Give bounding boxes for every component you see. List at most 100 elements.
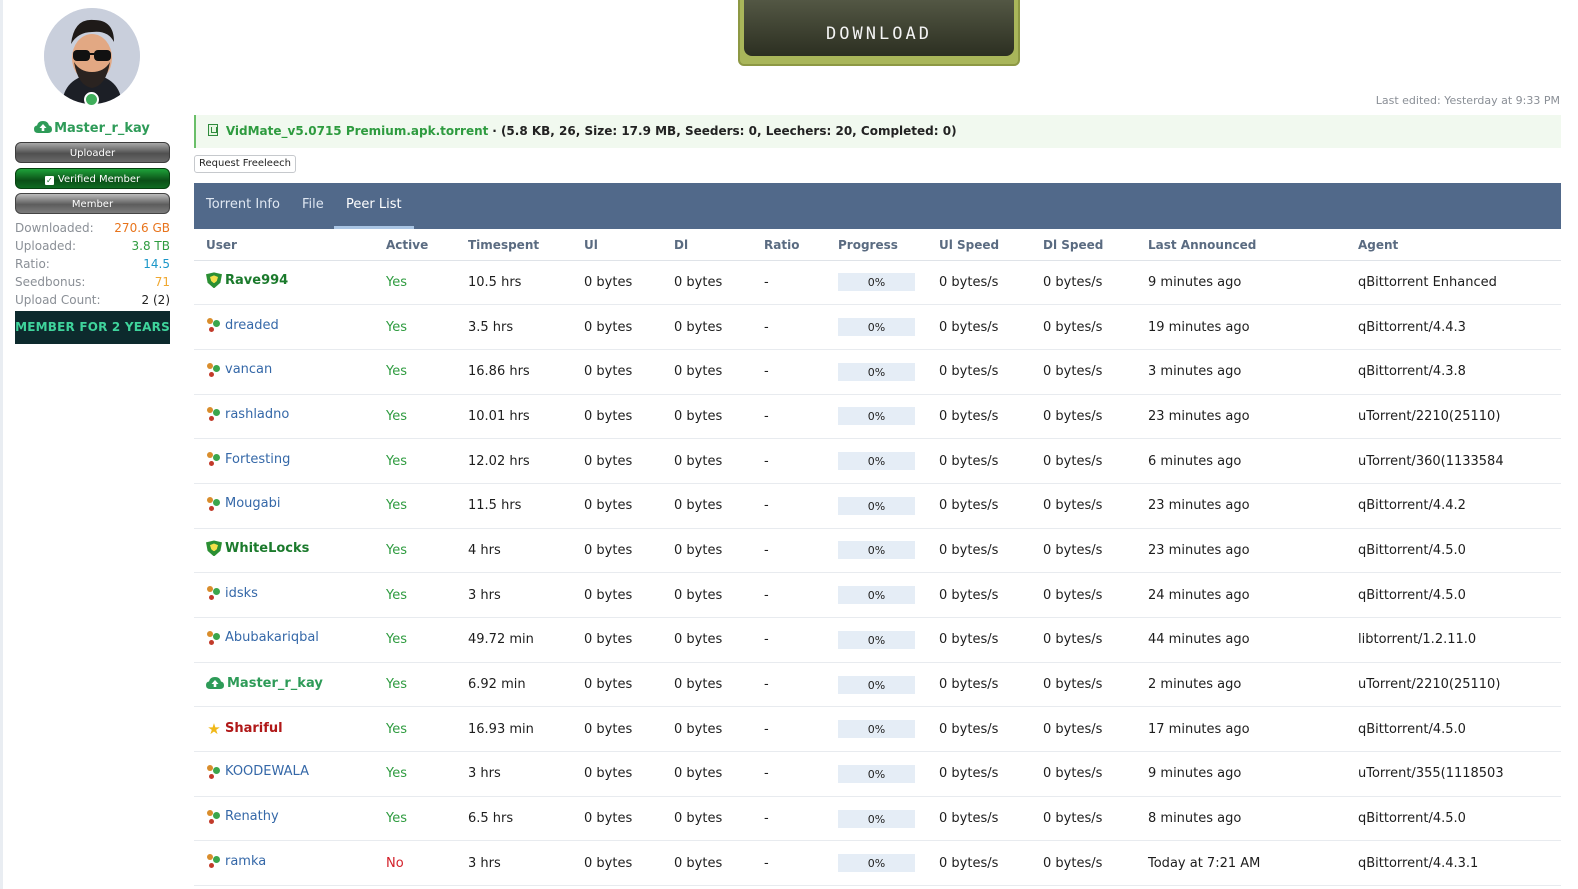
download-banner[interactable]: DOWNLOAD xyxy=(738,0,1020,66)
peer-dl-speed: 0 bytes/s xyxy=(1043,721,1103,737)
peer-ratio-cell: - xyxy=(752,617,826,663)
peer-ratio: - xyxy=(764,542,769,558)
peer-active-cell: Yes xyxy=(374,260,456,306)
avatar-image xyxy=(44,8,140,104)
table-row: idsks Yes 3 hrs 0 bytes 0 bytes - 0% 0 bytes/s 0… xyxy=(194,572,1561,618)
peer-ul-cell: 0 bytes xyxy=(572,349,662,395)
peer-dl-speed-cell: 0 bytes/s xyxy=(1031,394,1136,440)
peer-dl: 0 bytes xyxy=(674,364,723,380)
peer-dl-speed-cell: 0 bytes/s xyxy=(1031,260,1136,306)
peer-progress-cell: 0% xyxy=(826,706,927,753)
column-header-user[interactable]: User xyxy=(194,230,374,261)
peer-dl-speed-cell: 0 bytes/s xyxy=(1031,572,1136,618)
peer-active: Yes xyxy=(386,364,407,380)
users-group-icon xyxy=(206,406,222,422)
peer-agent-cell: uTorrent/360(1133584 xyxy=(1346,438,1561,484)
online-status-icon xyxy=(84,92,99,107)
column-header-agent[interactable]: Agent xyxy=(1346,230,1561,261)
stat-label: Downloaded: xyxy=(15,221,94,235)
peer-username-link[interactable]: Mougabi xyxy=(225,496,281,511)
peer-username-link[interactable]: Master_r_kay xyxy=(227,676,323,691)
profile-username-row[interactable]: Master_r_kay xyxy=(9,120,175,138)
peer-ratio: - xyxy=(764,766,769,782)
peer-agent: uTorrent/2210(25110) xyxy=(1358,677,1501,693)
avatar[interactable] xyxy=(44,8,140,104)
peer-ul-speed: 0 bytes/s xyxy=(939,632,999,648)
peer-dl-speed: 0 bytes/s xyxy=(1043,542,1103,558)
peer-username-link[interactable]: vancan xyxy=(225,362,272,377)
column-header-active[interactable]: Active xyxy=(374,230,456,261)
peer-ratio-cell: - xyxy=(752,751,826,797)
users-group-icon xyxy=(206,496,222,512)
stat-label: Uploaded: xyxy=(15,239,77,253)
peer-ul: 0 bytes xyxy=(584,766,633,782)
peer-dl: 0 bytes xyxy=(674,766,723,782)
peer-dl-speed-cell: 0 bytes/s xyxy=(1031,483,1136,529)
peer-timespent-cell: 3 hrs xyxy=(456,751,572,797)
table-row: ★ Shariful Yes 16.93 min 0 bytes 0 bytes - 0% 0 … xyxy=(194,706,1561,753)
peer-timespent-cell: 16.93 min xyxy=(456,706,572,753)
peer-username-link[interactable]: KOODEWALA xyxy=(225,764,309,779)
column-header-dl-speed[interactable]: Dl Speed xyxy=(1031,230,1136,261)
column-header-timespent[interactable]: Timespent xyxy=(456,230,572,261)
column-header-ratio[interactable]: Ratio xyxy=(752,230,826,261)
progress-bar: 0% xyxy=(838,854,915,873)
peer-dl-cell: 0 bytes xyxy=(662,662,752,708)
progress-bar: 0% xyxy=(838,541,915,560)
tab-torrent-info[interactable]: Torrent Info xyxy=(194,183,292,229)
column-header-progress[interactable]: Progress xyxy=(826,230,927,261)
peer-ratio-cell: - xyxy=(752,840,826,887)
peer-agent: qBittorrent/4.5.0 xyxy=(1358,587,1466,603)
peer-ul-speed: 0 bytes/s xyxy=(939,408,999,424)
peer-username-link[interactable]: dreaded xyxy=(225,318,279,333)
column-header-ul-speed[interactable]: Ul Speed xyxy=(927,230,1031,261)
column-header-last-announced[interactable]: Last Announced xyxy=(1136,230,1346,261)
peer-ratio: - xyxy=(764,274,769,290)
torrent-file-link[interactable]: VidMate_v5.0715 Premium.apk.torrent xyxy=(226,124,489,138)
peer-ul-speed-cell: 0 bytes/s xyxy=(927,438,1031,484)
tab-peer-list[interactable]: Peer List xyxy=(334,183,414,229)
peer-username-link[interactable]: Renathy xyxy=(225,809,279,824)
peer-timespent-cell: 10.01 hrs xyxy=(456,394,572,440)
peer-last-announced: Today at 7:21 AM xyxy=(1148,855,1261,871)
peer-user-cell: ★ Shariful xyxy=(194,706,374,753)
peer-active-cell: Yes xyxy=(374,304,456,350)
tab-file[interactable]: File xyxy=(290,183,336,229)
peer-list-table: User Active Timespent Ul Dl Ratio Progre… xyxy=(194,230,1561,887)
peer-ratio-cell: - xyxy=(752,304,826,350)
peer-username-link[interactable]: Fortesting xyxy=(225,452,290,467)
peer-dl: 0 bytes xyxy=(674,855,723,871)
user-sidebar: Master_r_kay Uploader ✓ Verified Member M… xyxy=(9,0,175,889)
peer-agent: qBittorrent/4.4.2 xyxy=(1358,498,1466,514)
peer-username-link[interactable]: Rave994 xyxy=(225,273,288,288)
progress-bar: 0% xyxy=(838,809,915,828)
peer-ratio-cell: - xyxy=(752,260,826,306)
users-group-icon xyxy=(206,585,222,601)
peer-dl-speed: 0 bytes/s xyxy=(1043,632,1103,648)
peer-username-link[interactable]: Abubakariqbal xyxy=(225,630,319,645)
peer-progress-cell: 0% xyxy=(826,617,927,663)
peer-username-link[interactable]: ramka xyxy=(225,854,266,869)
peer-dl-speed: 0 bytes/s xyxy=(1043,766,1103,782)
column-header-ul[interactable]: Ul xyxy=(572,230,662,261)
stat-row: Seedbonus: 71 xyxy=(15,273,170,291)
peer-user: Master_r_kay xyxy=(206,676,323,692)
column-header-dl[interactable]: Dl xyxy=(662,230,752,261)
table-row: WhiteLocks Yes 4 hrs 0 bytes 0 bytes - 0% 0 byt… xyxy=(194,528,1561,574)
peer-ul-speed: 0 bytes/s xyxy=(939,498,999,514)
member-badge: Member xyxy=(15,193,170,214)
peer-username-link[interactable]: rashladno xyxy=(225,407,289,422)
progress-bar: 0% xyxy=(838,407,915,426)
peer-last-announced: 23 minutes ago xyxy=(1148,408,1250,424)
peer-last-announced-cell: 3 minutes ago xyxy=(1136,349,1346,395)
peer-agent: uTorrent/360(1133584 xyxy=(1358,453,1504,469)
peer-user: WhiteLocks xyxy=(206,540,309,557)
peer-agent: uTorrent/2210(25110) xyxy=(1358,408,1501,424)
peer-username-link[interactable]: idsks xyxy=(225,586,258,601)
peer-username-link[interactable]: WhiteLocks xyxy=(225,541,309,556)
peer-active-cell: Yes xyxy=(374,528,456,574)
peer-timespent-cell: 10.5 hrs xyxy=(456,260,572,306)
request-freeleech-button[interactable]: Request Freeleech xyxy=(194,155,296,173)
peer-ul-speed-cell: 0 bytes/s xyxy=(927,617,1031,663)
peer-username-link[interactable]: Shariful xyxy=(225,721,283,736)
